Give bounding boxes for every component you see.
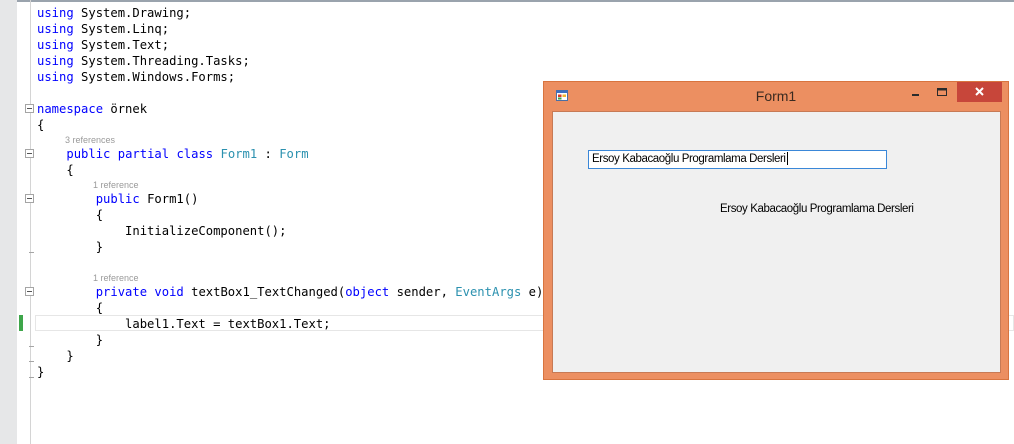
code-token: System.Linq; <box>73 22 170 36</box>
code-line[interactable]: label1.Text = textBox1.Text; <box>37 316 331 332</box>
code-token: class <box>176 147 214 161</box>
code-line[interactable]: { <box>37 117 44 133</box>
code-token: label1.Text = textBox1.Text; <box>37 317 331 331</box>
editor-top-border <box>0 0 1014 2</box>
code-token: } <box>37 333 104 347</box>
code-line[interactable]: using System.Text; <box>37 37 169 53</box>
code-token: partial <box>117 147 170 161</box>
codelens-references[interactable]: 3 references <box>65 134 115 146</box>
code-token: System.Threading.Tasks; <box>73 54 250 68</box>
label1: Ersoy Kabacaoğlu Programlama Dersleri <box>720 203 914 215</box>
code-token: System.Text; <box>73 38 170 52</box>
textbox1-value: Ersoy Kabacaoğlu Programlama Dersleri <box>592 153 786 165</box>
code-token: } <box>37 349 74 363</box>
code-token: System.Drawing; <box>73 6 192 20</box>
minimize-button[interactable] <box>904 83 928 101</box>
fold-icon[interactable] <box>25 287 34 296</box>
code-line[interactable]: } <box>37 364 44 380</box>
code-line[interactable]: using System.Windows.Forms; <box>37 69 235 85</box>
code-token: textBox1_TextChanged( <box>183 285 346 299</box>
minimize-icon <box>912 94 919 96</box>
code-line[interactable]: InitializeComponent(); <box>37 223 286 239</box>
code-line[interactable]: } <box>37 348 74 364</box>
code-token: sender, <box>389 285 456 299</box>
code-token: object <box>345 285 390 299</box>
code-token: } <box>37 240 104 254</box>
code-token: InitializeComponent(); <box>37 224 287 238</box>
fold-end-marker <box>29 252 34 253</box>
form-client-area: Ersoy Kabacaoğlu Programlama Dersleri Er… <box>552 111 1001 373</box>
code-token: using <box>37 54 74 68</box>
code-token: Form1 <box>220 147 258 161</box>
code-token: { <box>37 118 45 132</box>
code-token: using <box>37 22 74 36</box>
code-token: örnek <box>103 102 148 116</box>
code-token: { <box>37 301 104 315</box>
code-line[interactable]: using System.Threading.Tasks; <box>37 53 250 69</box>
fold-end-marker <box>29 346 34 347</box>
code-token: void <box>154 285 184 299</box>
fold-end-marker <box>29 361 34 362</box>
code-token: EventArgs <box>455 285 522 299</box>
close-button[interactable] <box>957 82 1002 102</box>
maximize-icon <box>937 88 947 96</box>
code-line[interactable]: public partial class Form1 : Form <box>37 146 309 162</box>
code-token: { <box>37 163 74 177</box>
code-line[interactable]: namespace örnek <box>37 101 147 117</box>
code-token: using <box>37 38 74 52</box>
maximize-button[interactable] <box>930 83 954 101</box>
code-line[interactable]: { <box>37 207 103 223</box>
code-line[interactable]: private void textBox1_TextChanged(object… <box>37 284 544 300</box>
code-token: using <box>37 70 74 84</box>
code-token: e) <box>521 285 544 299</box>
code-token: : <box>257 147 280 161</box>
code-token: namespace <box>37 102 104 116</box>
fold-icon[interactable] <box>25 104 34 113</box>
code-token: public <box>95 192 140 206</box>
code-token: System.Windows.Forms; <box>73 70 236 84</box>
code-token: Form <box>279 147 309 161</box>
code-line[interactable]: using System.Drawing; <box>37 5 191 21</box>
editor-gutter <box>0 0 17 444</box>
code-line[interactable]: { <box>37 162 74 178</box>
code-line[interactable]: using System.Linq; <box>37 21 169 37</box>
codelens-references[interactable]: 1 reference <box>93 179 139 191</box>
code-line[interactable]: } <box>37 239 103 255</box>
code-token: { <box>37 208 104 222</box>
codelens-references[interactable]: 1 reference <box>93 272 139 284</box>
code-line[interactable]: public Form1() <box>37 191 199 207</box>
code-line[interactable]: } <box>37 332 103 348</box>
change-indicator <box>19 315 23 331</box>
fold-end-marker <box>29 377 34 378</box>
code-token: private <box>95 285 148 299</box>
textbox1[interactable]: Ersoy Kabacaoğlu Programlama Dersleri <box>588 150 887 169</box>
form1-window[interactable]: Form1 Ersoy Kabacaoğlu Programlama Dersl… <box>543 81 1009 380</box>
code-token: public <box>66 147 111 161</box>
text-caret <box>786 152 788 166</box>
code-token: Form1() <box>139 192 199 206</box>
code-line[interactable]: { <box>37 300 103 316</box>
close-icon <box>975 87 984 96</box>
code-token: using <box>37 6 74 20</box>
fold-icon[interactable] <box>25 149 34 158</box>
fold-icon[interactable] <box>25 194 34 203</box>
code-token: } <box>37 365 45 379</box>
